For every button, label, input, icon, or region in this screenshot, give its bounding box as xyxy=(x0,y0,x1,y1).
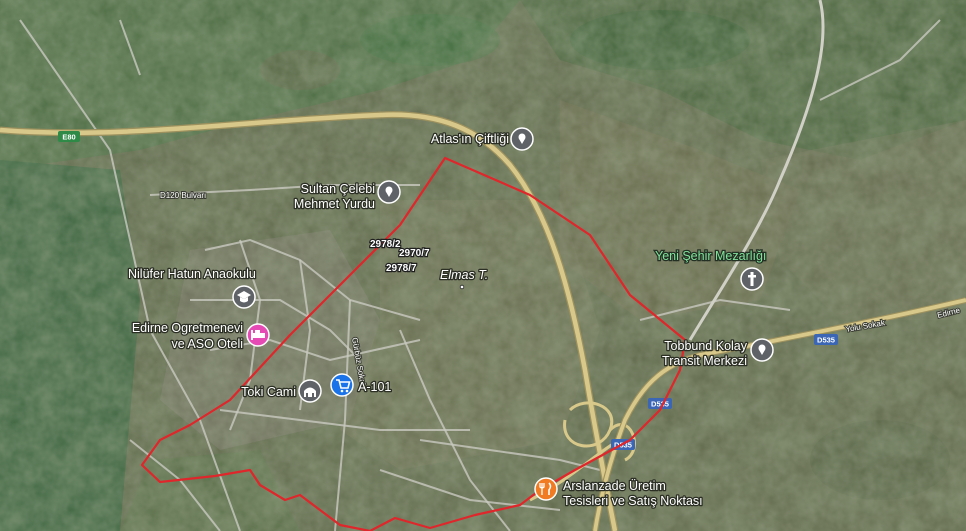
poi-label-sultan-2: Mehmet Yurdu xyxy=(294,197,375,211)
place-pin-icon xyxy=(510,127,534,151)
poi-label-tobbund-2: Transit Merkezi xyxy=(662,354,747,368)
poi-label-ogretmen-2: ve ASO Oteli xyxy=(171,337,243,351)
e80-shield: E80 xyxy=(58,131,80,142)
mosque-icon xyxy=(298,379,322,403)
poi-label-toki: Toki Cami xyxy=(241,385,296,399)
hotel-icon xyxy=(246,323,270,347)
satellite-map[interactable]: E80 D535 D535 D535 D120 Bulvarı Edirne Y… xyxy=(0,0,966,531)
poi-label-sultan-1: Sultan Çelebi xyxy=(301,182,375,196)
parcel-label-1: 2978/2 xyxy=(370,239,401,250)
poi-label-arslan-2: Tesisleri ve Satış Noktası xyxy=(563,494,703,508)
parcel-label-2: 2970/7 xyxy=(399,248,430,259)
poi-label-mezarlik: Yeni Şehir Mezarlığı xyxy=(655,249,766,263)
svg-text:D535: D535 xyxy=(651,400,669,409)
place-pin-icon xyxy=(750,338,774,362)
shopping-cart-icon xyxy=(330,373,354,397)
school-icon xyxy=(232,285,256,309)
poi-label-a101: A-101 xyxy=(358,380,391,394)
restaurant-icon xyxy=(534,477,558,501)
d535-shield-b: D535 xyxy=(648,398,672,409)
parcel-label-3: 2978/7 xyxy=(386,263,417,274)
poi-label-atlas: Atlas'ın Çiftliği xyxy=(431,132,509,146)
poi-label-elmas: Elmas T. xyxy=(440,268,488,282)
svg-text:E80: E80 xyxy=(62,133,75,142)
poi-label-nilufer: Nilüfer Hatun Anaokulu xyxy=(128,267,256,281)
poi-label-ogretmen-1: Edirne Ogretmenevi xyxy=(132,321,243,335)
road-label-d120: D120 Bulvarı xyxy=(160,191,206,200)
place-pin-icon xyxy=(377,180,401,204)
cemetery-icon xyxy=(740,267,764,291)
elmas-point xyxy=(459,284,465,290)
poi-label-tobbund-1: Tobbund Kolay xyxy=(664,339,747,353)
d535-shield-a: D535 xyxy=(814,334,838,345)
svg-text:D535: D535 xyxy=(817,336,835,345)
poi-label-arslan-1: Arslanzade Üretim xyxy=(563,479,666,493)
